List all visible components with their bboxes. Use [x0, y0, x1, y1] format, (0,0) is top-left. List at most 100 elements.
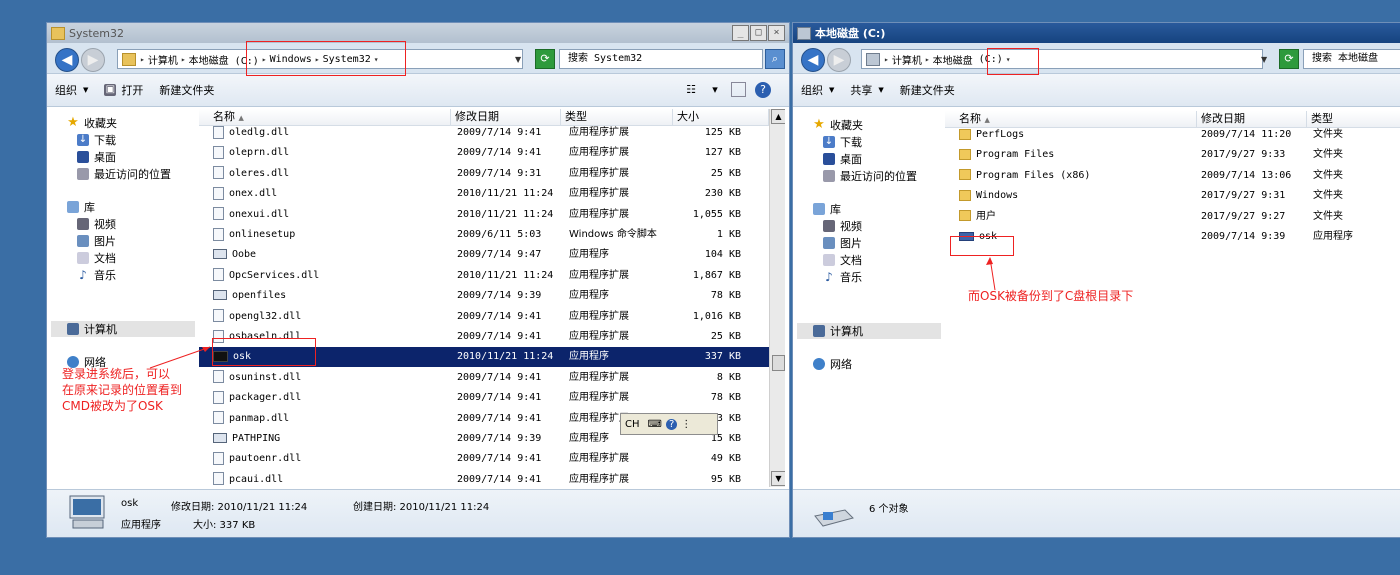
nav-computer[interactable]: 计算机	[797, 323, 941, 339]
search-input[interactable]: 搜索 本地磁盘	[1303, 49, 1400, 69]
picture-icon	[77, 235, 89, 247]
nav-recent-places[interactable]: 最近访问的位置	[823, 168, 917, 184]
file-size: 78 KB	[710, 290, 741, 302]
file-row[interactable]: Oobe 2009/7/14 9:47 应用程序 104 KB	[199, 245, 785, 265]
file-size: 1,055 KB	[692, 208, 741, 220]
forward-button[interactable]: ▶	[827, 48, 851, 72]
open-button[interactable]: ▣ 打开	[96, 82, 151, 98]
nav-pictures[interactable]: 图片	[823, 235, 862, 251]
scroll-up-arrow[interactable]: ▲	[771, 109, 785, 124]
nav-videos[interactable]: 视频	[823, 218, 862, 234]
ime-language[interactable]: CH	[621, 419, 644, 430]
nav-music[interactable]: ♪ 音乐	[823, 269, 862, 285]
nav-music[interactable]: ♪ 音乐	[77, 267, 116, 283]
file-size: 127 KB	[704, 147, 741, 159]
view-dropdown[interactable]: ▾	[707, 82, 723, 98]
back-button[interactable]: ◀	[55, 48, 79, 72]
file-row[interactable]: onexui.dll 2010/11/21 11:24 应用程序扩展 1,055 KB	[199, 205, 785, 225]
file-name: oleprn.dll	[229, 147, 290, 159]
nav-documents[interactable]: 文档	[77, 250, 116, 266]
address-history-dropdown[interactable]: ▼	[1261, 55, 1267, 64]
file-date: 2010/11/21 11:24	[457, 269, 554, 281]
file-type: 应用程序扩展	[569, 188, 629, 200]
forward-button[interactable]: ▶	[81, 48, 105, 72]
breadcrumb-computer[interactable]: 计算机	[145, 52, 181, 67]
nav-network[interactable]: 网络	[813, 356, 852, 372]
file-row[interactable]: oledlg.dll 2009/7/14 9:41 应用程序扩展 125 KB	[199, 123, 785, 143]
nav-favorites[interactable]: ★ 收藏夹	[67, 115, 117, 131]
file-row[interactable]: onlinesetup 2009/6/11 5:03 Windows 命令脚本 1 K…	[199, 225, 785, 245]
address-breadcrumb[interactable]: ▸ 计算机 ▸ 本地磁盘 (C:) ▾	[861, 49, 1263, 69]
back-button[interactable]: ◀	[801, 48, 825, 72]
file-row[interactable]: oleprn.dll 2009/7/14 9:41 应用程序扩展 127 KB	[199, 143, 785, 163]
file-row[interactable]: Program Files 2017/9/27 9:33 文件夹	[945, 145, 1400, 165]
file-date: 2009/7/14 9:41	[457, 412, 542, 424]
breadcrumb-computer[interactable]: 计算机	[889, 52, 925, 67]
file-row[interactable]: pcaui.dll 2009/7/14 9:41 应用程序扩展 95 KB	[199, 470, 785, 487]
detail-size: 大小: 337 KB	[193, 520, 256, 531]
organize-button[interactable]: 组织 ▼	[47, 82, 96, 98]
nav-documents[interactable]: 文档	[823, 252, 862, 268]
new-folder-button[interactable]: 新建文件夹	[151, 82, 222, 98]
organize-button[interactable]: 组织 ▼	[793, 82, 842, 98]
nav-computer[interactable]: 计算机	[51, 321, 195, 337]
share-button[interactable]: 共享 ▼	[842, 82, 891, 98]
view-options-icon[interactable]: ☷	[683, 82, 699, 98]
nav-pictures[interactable]: 图片	[77, 233, 116, 249]
file-row[interactable]: osuninst.dll 2009/7/14 9:41 应用程序扩展 8 KB	[199, 368, 785, 388]
refresh-button[interactable]: ⟳	[1279, 49, 1299, 69]
file-row[interactable]: oleres.dll 2009/7/14 9:31 应用程序扩展 25 KB	[199, 164, 785, 184]
minimize-button[interactable]: _	[732, 25, 749, 41]
options-icon[interactable]: ⋮	[677, 419, 695, 430]
nav-downloads[interactable]: ↓ 下载	[823, 134, 862, 150]
nav-videos[interactable]: 视频	[77, 216, 116, 232]
file-row[interactable]: Windows 2017/9/27 9:31 文件夹	[945, 186, 1400, 206]
nav-libraries[interactable]: 库	[67, 199, 95, 215]
file-row[interactable]: PerfLogs 2009/7/14 11:20 文件夹	[945, 125, 1400, 145]
detail-name: osk	[121, 498, 139, 509]
new-folder-button[interactable]: 新建文件夹	[892, 82, 963, 98]
ime-toolbar[interactable]: CH ⌨ ? ⋮	[620, 413, 718, 435]
file-row[interactable]: openfiles 2009/7/14 9:39 应用程序 78 KB	[199, 286, 785, 306]
file-row[interactable]: 用户 2017/9/27 9:27 文件夹	[945, 207, 1400, 227]
file-size: 25 KB	[710, 331, 741, 342]
keyboard-icon[interactable]: ⌨	[644, 419, 666, 430]
file-row[interactable]: pautoenr.dll 2009/7/14 9:41 应用程序扩展 49 KB	[199, 449, 785, 469]
title-bar[interactable]: System32 _ □ ×	[47, 23, 789, 43]
nav-libraries[interactable]: 库	[813, 201, 841, 217]
file-row[interactable]: opengl32.dll 2009/7/14 9:41 应用程序扩展 1,016 KB	[199, 307, 785, 327]
nav-downloads[interactable]: ↓ 下载	[77, 132, 116, 148]
file-row[interactable]: OpcServices.dll 2010/11/21 11:24 应用程序扩展 1,8…	[199, 266, 785, 286]
file-row[interactable]: packager.dll 2009/7/14 9:41 应用程序扩展 78 KB	[199, 388, 785, 408]
file-row[interactable]: Program Files (x86) 2009/7/14 13:06 文件夹	[945, 166, 1400, 186]
library-icon	[67, 201, 79, 213]
search-icon[interactable]: ⌕	[765, 49, 785, 69]
vertical-scrollbar[interactable]: ▲ ▼	[769, 109, 785, 487]
breadcrumb-local-disk[interactable]: 本地磁盘	[930, 52, 976, 67]
folder-icon	[959, 148, 971, 160]
search-input[interactable]: 搜索 System32	[559, 49, 763, 69]
scroll-down-arrow[interactable]: ▼	[771, 471, 785, 486]
nav-favorites[interactable]: ★ 收藏夹	[813, 117, 863, 133]
address-bar-row: ◀ ▶ ▸ 计算机 ▸ 本地磁盘 (C:) ▾ ▼ ⟳ 搜索 本地磁盘	[793, 43, 1400, 74]
help-icon[interactable]: ?	[665, 418, 678, 430]
file-type: 应用程序扩展	[569, 167, 629, 179]
nav-recent-places[interactable]: 最近访问的位置	[77, 166, 171, 182]
file-date: 2009/7/14 9:41	[457, 127, 542, 138]
nav-desktop[interactable]: 桌面	[77, 149, 116, 165]
preview-pane-icon[interactable]	[731, 82, 746, 97]
file-row[interactable]: onex.dll 2010/11/21 11:24 应用程序扩展 230 KB	[199, 184, 785, 204]
maximize-button[interactable]: □	[750, 25, 767, 41]
help-icon[interactable]: ?	[755, 82, 771, 98]
address-history-dropdown[interactable]: ▼	[515, 55, 521, 64]
close-button[interactable]: ×	[768, 25, 785, 41]
file-size: 230 KB	[704, 188, 741, 200]
refresh-button[interactable]: ⟳	[535, 49, 555, 69]
scroll-thumb[interactable]	[772, 355, 785, 371]
title-bar[interactable]: 本地磁盘 (C:)	[793, 23, 1400, 43]
nav-desktop[interactable]: 桌面	[823, 151, 862, 167]
file-icon	[213, 186, 224, 200]
file-name-cell: oledlg.dll	[213, 123, 443, 143]
downloads-icon: ↓	[77, 134, 89, 146]
file-name-cell: Oobe	[213, 245, 443, 265]
